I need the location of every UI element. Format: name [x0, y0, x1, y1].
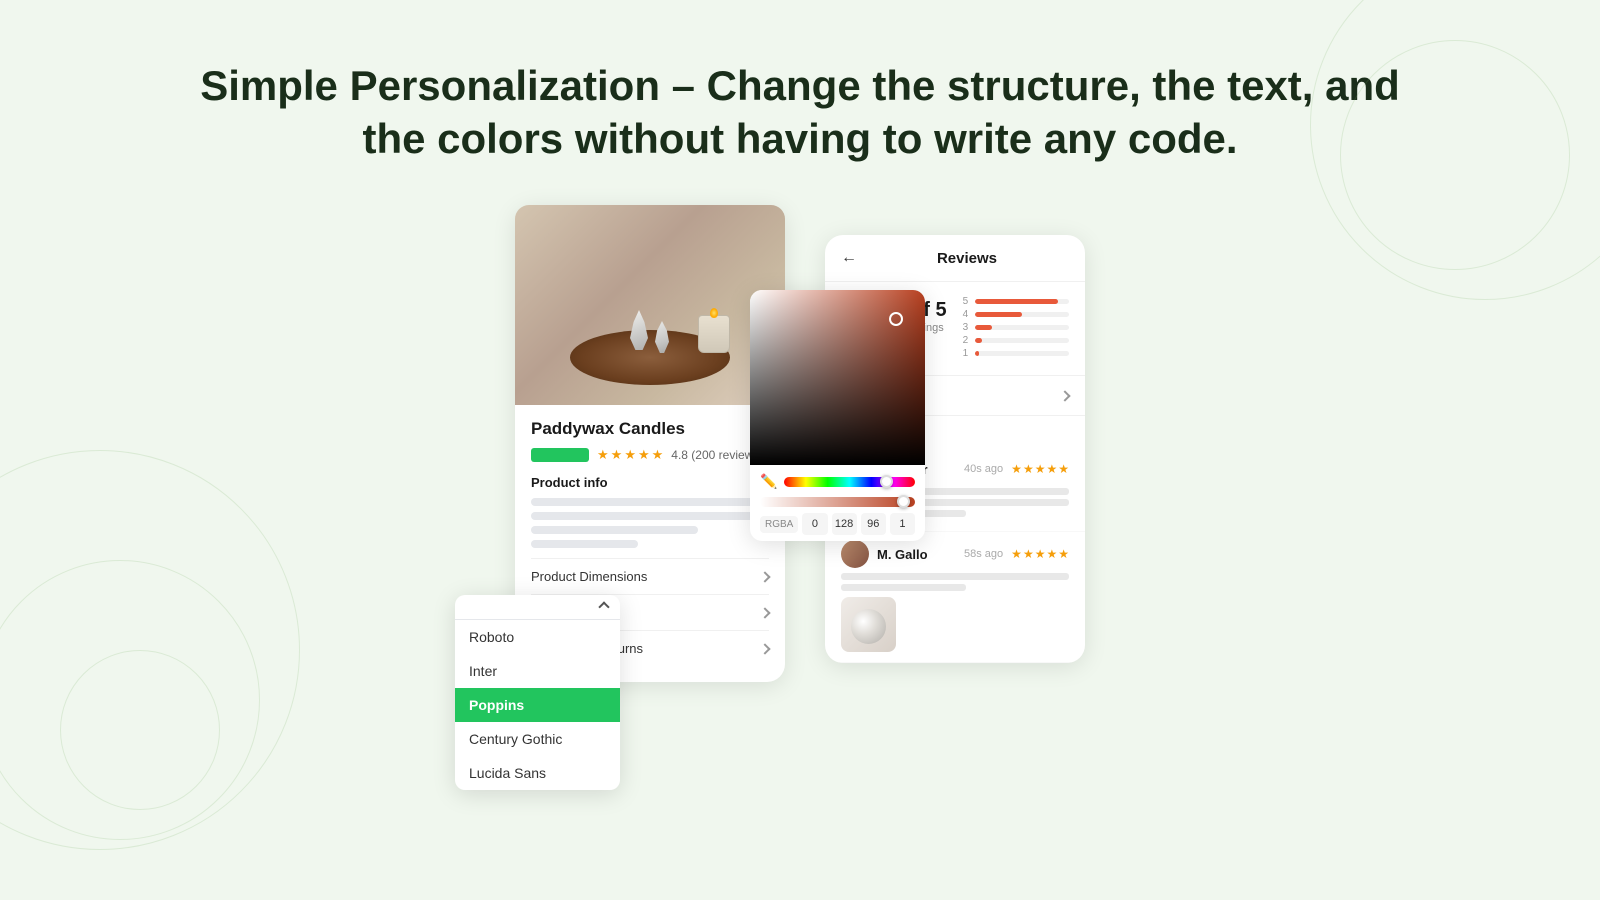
back-arrow-icon[interactable]: ← [841, 249, 857, 267]
candle-scene [515, 205, 785, 405]
accordion-dimensions[interactable]: Product Dimensions [531, 558, 769, 594]
bar-row-2: 2 [963, 335, 1069, 346]
chevron-up-icon [598, 601, 609, 612]
info-line-1 [531, 498, 769, 506]
accordion-dimensions-label: Product Dimensions [531, 569, 647, 584]
font-option-lucida-sans[interactable]: Lucida Sans [455, 756, 620, 790]
reviews-header: ← Reviews [825, 235, 1085, 282]
b-input[interactable]: 96 [861, 513, 886, 535]
review-item-mgallo: M. Gallo 58s ago ★ ★ ★ ★ ★ [825, 532, 1085, 663]
opacity-handle[interactable] [897, 495, 910, 508]
font-option-roboto[interactable]: Roboto [455, 620, 620, 654]
review-time-jennifer: 40s ago [964, 463, 1003, 475]
reviewer-name-mgallo: M. Gallo [877, 547, 928, 562]
color-gradient[interactable] [750, 290, 925, 465]
dropdown-trigger[interactable] [455, 595, 620, 620]
add-reviews-chevron [1059, 390, 1070, 401]
rating-bars: 5 4 3 2 1 [963, 296, 1069, 361]
bar-fill-1 [975, 351, 980, 356]
product-image [515, 205, 785, 405]
bar-row-3: 3 [963, 322, 1069, 333]
bar-track-2 [975, 338, 1069, 343]
star-3: ★ [624, 447, 636, 463]
font-option-inter[interactable]: Inter [455, 654, 620, 688]
bar-track-4 [975, 312, 1069, 317]
reviews-section: ← Reviews 4.8 out of 5 200 customer rati… [825, 205, 1085, 663]
avatar-mgallo [841, 540, 869, 568]
a-input[interactable]: 1 [890, 513, 915, 535]
picker-row1: ✏️ [760, 473, 915, 491]
bar-label-1: 1 [963, 348, 971, 359]
font-dropdown[interactable]: Roboto Inter Poppins Century Gothic Luci… [455, 595, 620, 790]
opacity-slider[interactable] [760, 497, 915, 507]
green-bar [531, 448, 589, 462]
star-2: ★ [611, 447, 623, 463]
bar-label-3: 3 [963, 322, 971, 333]
color-handle[interactable] [889, 312, 903, 326]
bar-fill-5 [975, 299, 1058, 304]
review-time-mgallo: 58s ago [964, 548, 1003, 560]
rgba-label: RGBA [760, 516, 798, 533]
r-input[interactable]: 0 [802, 513, 827, 535]
bar-label-2: 2 [963, 335, 971, 346]
hue-slider[interactable] [784, 477, 915, 487]
review-stars-mgallo: ★ ★ ★ ★ ★ [1011, 547, 1069, 561]
review-lines-mgallo [841, 573, 1069, 591]
hue-handle[interactable] [880, 475, 893, 488]
chevron-right-icon-2 [759, 607, 770, 618]
bar-track-1 [975, 351, 1069, 356]
rgba-row: RGBA 0 128 96 1 [760, 513, 915, 535]
info-line-2 [531, 512, 769, 520]
stars-row: ★ ★ ★ ★ ★ [597, 447, 663, 463]
review-thumbnail [841, 597, 896, 652]
cards-area: Paddywax Candles ★ ★ ★ ★ ★ 4.8 (200 revi… [0, 205, 1600, 682]
g-input[interactable]: 128 [832, 513, 857, 535]
picker-controls: ✏️ RGBA 0 128 96 1 [750, 465, 925, 541]
bar-track-3 [975, 325, 1069, 330]
info-line-3 [531, 526, 698, 534]
color-picker[interactable]: ✏️ RGBA 0 128 96 1 [750, 290, 925, 541]
candle-flame [710, 308, 718, 318]
star-5: ★ [652, 447, 664, 463]
product-rating-row: ★ ★ ★ ★ ★ 4.8 (200 reviews) [531, 447, 769, 463]
product-info-label: Product info [531, 475, 769, 490]
pencil-icon[interactable]: ✏️ [760, 473, 778, 491]
bar-label-5: 5 [963, 296, 971, 307]
review-stars-jennifer: ★ ★ ★ ★ ★ [1011, 462, 1069, 476]
font-option-poppins[interactable]: Poppins [455, 688, 620, 722]
product-title: Paddywax Candles [531, 419, 769, 439]
font-option-century-gothic[interactable]: Century Gothic [455, 722, 620, 756]
crystal-1 [630, 310, 648, 350]
thumb-sphere [851, 609, 886, 644]
bar-track-5 [975, 299, 1069, 304]
bar-row-1: 1 [963, 348, 1069, 359]
page-title: Simple Personalization – Change the stru… [200, 60, 1400, 165]
bar-fill-4 [975, 312, 1022, 317]
review-row1-mgallo: M. Gallo 58s ago ★ ★ ★ ★ ★ [841, 540, 1069, 568]
bar-row-5: 5 [963, 296, 1069, 307]
chevron-right-icon-3 [759, 643, 770, 654]
page-header: Simple Personalization – Change the stru… [0, 0, 1600, 205]
bar-fill-2 [975, 338, 983, 343]
bar-row-4: 4 [963, 309, 1069, 320]
chevron-right-icon [759, 571, 770, 582]
bar-fill-3 [975, 325, 992, 330]
reviews-title: Reviews [865, 250, 1069, 267]
candle-jar [698, 315, 730, 353]
star-4: ★ [638, 447, 650, 463]
star-1: ★ [597, 447, 609, 463]
info-line-4 [531, 540, 638, 548]
bar-label-4: 4 [963, 309, 971, 320]
product-section: Paddywax Candles ★ ★ ★ ★ ★ 4.8 (200 revi… [515, 205, 785, 682]
